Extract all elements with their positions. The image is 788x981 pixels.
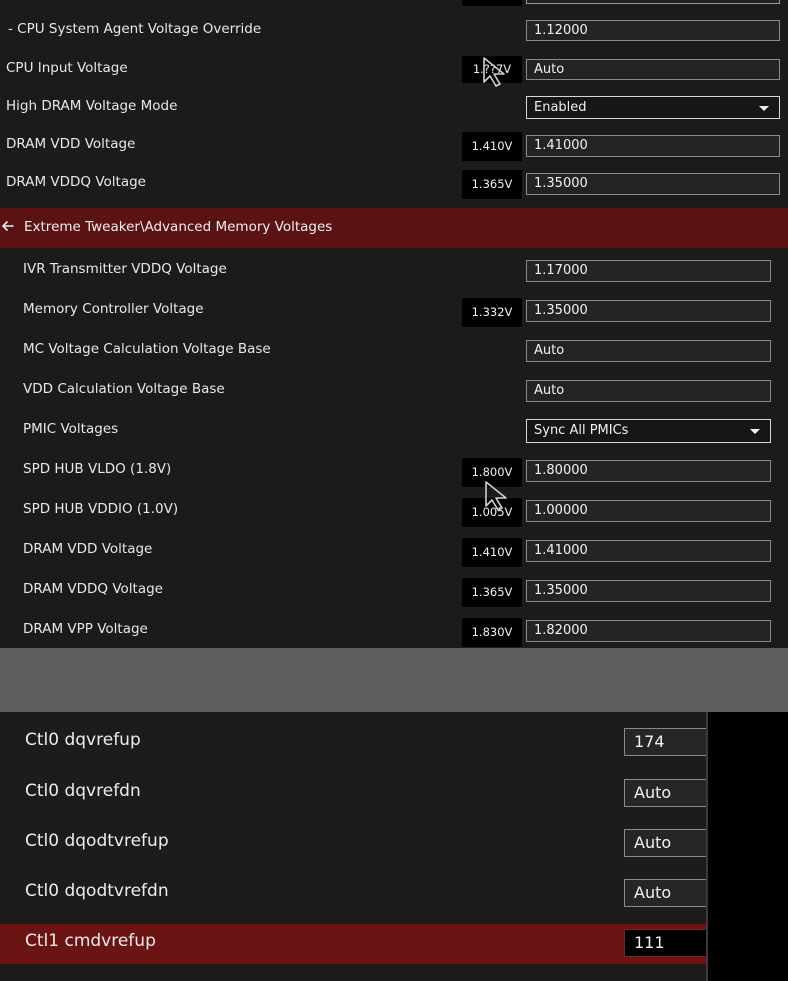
setting-label: Ctl0 dqodtvrefdn <box>25 881 169 901</box>
setting-row-vdd-calc-base[interactable]: VDD Calculation Voltage Base Auto <box>0 378 788 406</box>
setting-label: MC Voltage Calculation Voltage Base <box>23 341 271 357</box>
setting-label: SPD HUB VDDIO (1.0V) <box>23 501 179 517</box>
setting-row-spd-hub-vddio[interactable]: SPD HUB VDDIO (1.0V) 1.005V 1.00000 <box>0 498 788 527</box>
setting-label: CPU Input Voltage <box>6 60 128 76</box>
value-field[interactable]: Auto <box>624 829 714 857</box>
setting-row-dram-vpp-voltage[interactable]: DRAM VPP Voltage 1.830V 1.82000 <box>0 618 788 647</box>
setting-row-dram-vddq-voltage[interactable]: DRAM VDDQ Voltage 1.365V 1.35000 <box>0 170 788 199</box>
setting-label: High DRAM Voltage Mode <box>6 98 178 114</box>
setting-row-mc-voltage-calc-base[interactable]: MC Voltage Calculation Voltage Base Auto <box>0 338 788 366</box>
value-field[interactable]: 1.35000 <box>526 173 780 195</box>
setting-row-dram-vdd-voltage[interactable]: DRAM VDD Voltage 1.410V 1.41000 <box>0 132 788 161</box>
setting-label: Ctl0 dqvrefup <box>25 730 141 750</box>
setting-row-ivr-transmitter-vddq[interactable]: IVR Transmitter VDDQ Voltage 1.17000 <box>0 258 788 286</box>
value-field[interactable]: 1.41000 <box>526 135 780 157</box>
value-field[interactable]: 111 <box>624 929 714 957</box>
value-field[interactable]: 1.41000 <box>526 540 771 562</box>
value-field[interactable]: 1.35000 <box>526 300 771 322</box>
value-field[interactable]: Auto <box>526 380 771 402</box>
dropdown-select[interactable]: Enabled <box>526 96 780 119</box>
mouse-cursor-icon <box>483 57 505 87</box>
setting-row-spd-hub-vldo[interactable]: SPD HUB VLDO (1.8V) 1.800V 1.80000 <box>0 458 788 487</box>
setting-row-high-dram-voltage-mode[interactable]: High DRAM Voltage Mode Enabled <box>0 94 788 120</box>
chevron-down-icon <box>750 429 760 434</box>
current-voltage-readout: 1.332V <box>462 298 522 327</box>
value-field[interactable]: Auto <box>624 779 714 807</box>
value-field[interactable]: Auto <box>526 59 780 80</box>
current-voltage-readout: 1.830V <box>462 618 522 647</box>
setting-row-cpu-input-voltage[interactable]: CPU Input Voltage 1.??7V Auto <box>0 56 788 83</box>
vref-settings-list: Ctl0 dqvrefup 174 Ctl0 dqvrefdn Auto Ctl… <box>0 712 788 981</box>
setting-label: - CPU System Agent Voltage Override <box>8 21 262 37</box>
current-voltage-readout: 1.410V <box>462 538 522 567</box>
current-voltage-readout: 1.365V <box>462 170 522 199</box>
setting-row-pmic-voltages[interactable]: PMIC Voltages Sync All PMICs <box>0 418 788 446</box>
dropdown-value: Sync All PMICs <box>534 423 629 438</box>
setting-label: DRAM VPP Voltage <box>23 621 148 637</box>
setting-row-ctl0-dqvrefup[interactable]: Ctl0 dqvrefup 174 <box>0 726 788 758</box>
setting-label: Memory Controller Voltage <box>23 301 204 317</box>
breadcrumb-header: Extreme Tweaker\Advanced Memory Voltages <box>0 208 788 248</box>
setting-label: PMIC Voltages <box>23 421 119 437</box>
value-field[interactable]: 174 <box>624 728 714 756</box>
back-arrow-icon[interactable] <box>0 218 16 234</box>
value-field[interactable]: 1.82000 <box>526 620 771 642</box>
current-voltage-readout: 1.365V <box>462 578 522 607</box>
side-panel <box>706 712 788 981</box>
setting-row-ctl0-dqodtvrefup[interactable]: Ctl0 dqodtvrefup Auto <box>0 827 788 859</box>
breadcrumb-title: Extreme Tweaker\Advanced Memory Voltages <box>24 219 333 235</box>
setting-row-memory-controller-voltage[interactable]: Memory Controller Voltage 1.332V 1.35000 <box>0 298 788 327</box>
dropdown-value: Enabled <box>534 100 587 115</box>
setting-label: DRAM VDDQ Voltage <box>6 174 146 190</box>
setting-label: DRAM VDDQ Voltage <box>23 581 163 597</box>
value-field[interactable]: 1.00000 <box>526 500 771 522</box>
setting-row-dram-vdd-voltage-adv[interactable]: DRAM VDD Voltage 1.410V 1.41000 <box>0 538 788 567</box>
partial-value-field[interactable] <box>526 0 780 4</box>
advanced-memory-voltages-list: IVR Transmitter VDDQ Voltage 1.17000 Mem… <box>0 248 788 648</box>
value-field[interactable]: 1.35000 <box>526 580 771 602</box>
value-field[interactable]: 1.12000 <box>526 20 780 41</box>
value-field[interactable]: Auto <box>526 340 771 362</box>
setting-label: DRAM VDD Voltage <box>23 541 153 557</box>
setting-label: Ctl0 dqodtvrefup <box>25 831 169 851</box>
setting-label: IVR Transmitter VDDQ Voltage <box>23 261 227 277</box>
setting-label: Ctl1 cmdvrefup <box>25 931 156 951</box>
chevron-down-icon <box>759 105 769 111</box>
current-voltage-readout: 1.410V <box>462 132 522 161</box>
value-field[interactable]: 1.80000 <box>526 460 771 482</box>
partial-current-readout <box>462 0 522 6</box>
section-separator <box>0 648 788 712</box>
setting-row-ctl0-dqodtvrefdn[interactable]: Ctl0 dqodtvrefdn Auto <box>0 877 788 909</box>
mouse-cursor-icon <box>485 481 507 511</box>
value-field[interactable]: Auto <box>624 879 714 907</box>
setting-label: VDD Calculation Voltage Base <box>23 381 225 397</box>
dropdown-select[interactable]: Sync All PMICs <box>526 419 771 443</box>
voltage-settings-list-top: - CPU System Agent Voltage Override 1.12… <box>0 0 788 208</box>
setting-row-ctl0-dqvrefdn[interactable]: Ctl0 dqvrefdn Auto <box>0 777 788 809</box>
setting-row-ctl1-cmdvrefup[interactable]: Ctl1 cmdvrefup 111 <box>0 928 788 960</box>
value-field[interactable]: 1.17000 <box>526 260 771 282</box>
setting-row-dram-vddq-voltage-adv[interactable]: DRAM VDDQ Voltage 1.365V 1.35000 <box>0 578 788 607</box>
setting-label: SPD HUB VLDO (1.8V) <box>23 461 172 477</box>
setting-label: DRAM VDD Voltage <box>6 136 136 152</box>
setting-label: Ctl0 dqvrefdn <box>25 781 141 801</box>
setting-row-cpu-sa-voltage-override[interactable]: - CPU System Agent Voltage Override 1.12… <box>0 18 788 42</box>
